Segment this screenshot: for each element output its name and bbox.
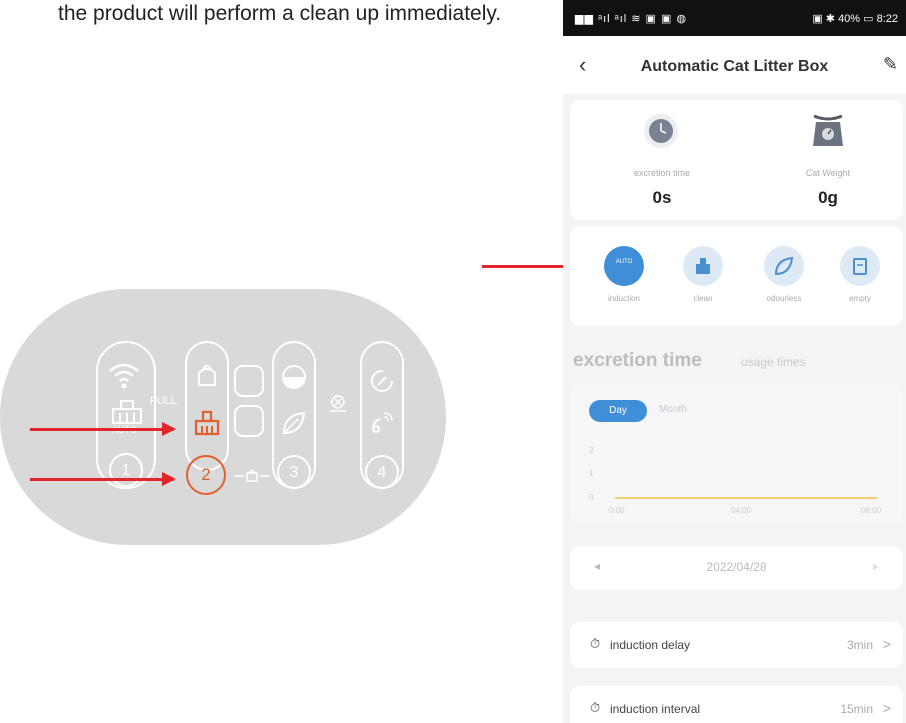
mode-empty-button[interactable] (840, 246, 880, 286)
period-month-button[interactable]: Month (659, 404, 687, 415)
induction-delay-value: 3min (846, 638, 873, 652)
indicator-square-bottom (234, 405, 264, 437)
mode-empty-label: empty (849, 294, 871, 303)
clean-brush-icon (194, 410, 220, 436)
setting-row[interactable]: ⏱ induction delay 3min > (570, 622, 903, 668)
bin-icon (853, 258, 867, 275)
app-header: ‹ Automatic Cat Litter Box ✎ (563, 36, 906, 94)
instruction-caption: the product will perform a clean up imme… (58, 2, 502, 25)
phone-app-screen: ▆▆ ᵃıl ᵃıl ≋ ▣ ▣ ◍ ▣ ✱ 40% ▭ 8:22 ‹ Auto… (563, 0, 906, 723)
y-tick-1: 1 (589, 469, 594, 478)
timer-icon: ⏱ (590, 636, 601, 651)
button-2[interactable]: 2 (186, 455, 226, 495)
mode-induction-label: induction (607, 294, 641, 303)
induction-delay-label: induction delay (610, 638, 691, 652)
excretion-time-value: 0s (652, 188, 672, 207)
induction-interval-label: induction interval (610, 702, 701, 716)
y-tick-0: 0 (589, 493, 594, 502)
mode-clean-label: clean (693, 294, 713, 303)
mode-induction-button[interactable]: AUTO (604, 246, 644, 286)
svg-text:AUTO: AUTO (616, 259, 633, 265)
date-selector: ◂ 2022/04/28 ▸ (570, 546, 903, 590)
litter-bag-icon (198, 365, 216, 386)
mode-odourless-label: odourless (766, 294, 802, 303)
modes-card: AUTO induction clean odourless empty (570, 226, 903, 326)
child-lock-icon (234, 469, 270, 482)
arrow-to-clean-icon (30, 422, 176, 436)
cat-weight-label: Cat Weight (805, 168, 851, 178)
status-left: ▆▆ ᵃıl ᵃıl ≋ ▣ ▣ ◍ (575, 13, 688, 25)
edit-icon[interactable]: ✎ (883, 54, 898, 75)
auto-icon: AUTO (616, 259, 633, 265)
chart-baseline (615, 497, 877, 499)
status-right: ▣ ✱ 40% ▭ 8:22 (812, 13, 898, 25)
button-3[interactable]: 3 (277, 455, 311, 489)
chevron-right-icon: > (882, 700, 891, 716)
button-1[interactable]: 1 (109, 453, 143, 487)
mode-odourless-button[interactable] (764, 246, 804, 286)
leaf-icon (282, 411, 306, 435)
auto-clean-icon (112, 400, 142, 424)
warning-icon (330, 395, 346, 412)
device-control-panel: AUTO 1 FULL 2 3 (0, 289, 446, 545)
status-bar: ▆▆ ᵃıl ᵃıl ≋ ▣ ▣ ◍ ▣ ✱ 40% ▭ 8:22 (563, 0, 906, 36)
x-tick-start: 0:00 (609, 506, 625, 515)
leaf-icon (774, 256, 794, 276)
tab-excretion-time[interactable]: excretion time (573, 350, 702, 372)
x-tick-mid: 04:00 (731, 506, 752, 515)
setting-row[interactable]: ⏱ induction interval 15min > (570, 686, 903, 723)
date-value: 2022/04/28 (706, 560, 767, 574)
metrics-card: excretion time 0s Cat Weight 0g (570, 100, 903, 220)
y-tick-2: 2 (589, 446, 594, 455)
date-next-icon[interactable]: ▸ (873, 559, 879, 573)
sensor-icon (372, 412, 393, 433)
induction-interval-value: 15min (840, 702, 873, 716)
cat-weight-value: 0g (818, 188, 838, 207)
indicator-square-top (234, 365, 264, 397)
period-day-button[interactable]: Day (589, 400, 647, 422)
arrow-to-button-2 (30, 472, 176, 486)
brush-icon (696, 258, 710, 274)
excretion-time-label: excretion time (633, 168, 691, 178)
mode-clean-button[interactable] (683, 246, 723, 286)
x-tick-end: 08:00 (861, 506, 882, 515)
scale-icon (813, 114, 843, 146)
wifi-icon (109, 363, 139, 389)
timer-icon: ⏱ (590, 700, 601, 715)
button-4[interactable]: 4 (365, 455, 399, 489)
half-moon-icon (282, 365, 306, 389)
full-label: FULL (150, 395, 177, 407)
chevron-right-icon: > (882, 636, 891, 652)
page-title: Automatic Cat Litter Box (640, 58, 829, 75)
clock-icon (644, 114, 678, 148)
rotate-icon (371, 370, 393, 392)
tab-usage-times[interactable]: usage times (741, 355, 806, 369)
